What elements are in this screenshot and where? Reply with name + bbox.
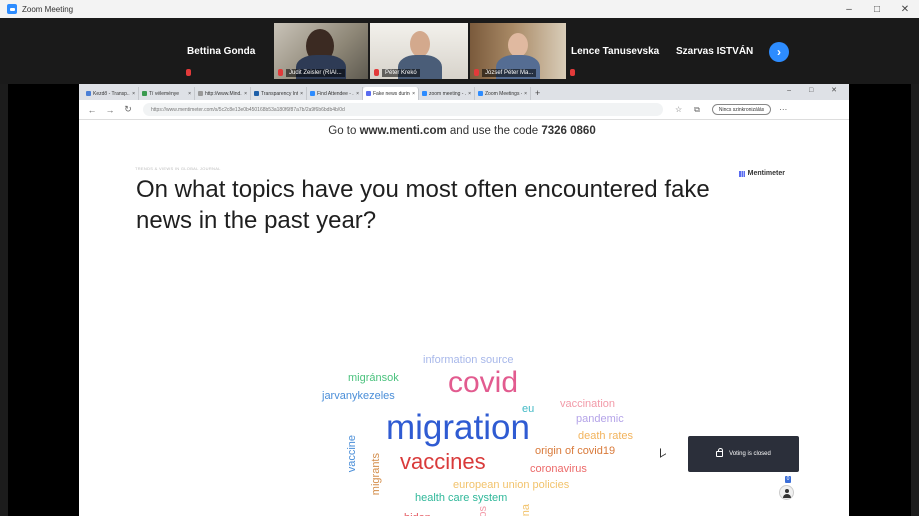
word-cloud-word: death rates <box>578 430 634 442</box>
browser-tab[interactable]: http://www.Mind... × <box>195 87 251 100</box>
word-cloud-word: information source <box>423 354 514 366</box>
participant-avatar <box>410 31 430 57</box>
word-cloud-word: health care system <box>415 492 508 504</box>
next-participants-button[interactable]: › <box>769 42 789 62</box>
browser-tab[interactable]: Tí véleménye × <box>139 87 195 100</box>
zoom-titlebar: Zoom Meeting – □ ✕ <box>0 0 919 18</box>
close-tab-icon[interactable]: × <box>244 91 247 97</box>
browser-tab-active[interactable]: Fake news during...× <box>363 87 419 100</box>
tab-favicon-icon <box>478 91 483 96</box>
browser-window: Kezdő - Transp... × Tí véleménye × http://… <box>79 84 849 516</box>
audience-user-icon[interactable] <box>779 485 794 500</box>
browser-tab[interactable]: zoom meeting - ... × <box>419 87 475 100</box>
new-tab-button[interactable]: + <box>535 88 540 98</box>
zoom-window: Zoom Meeting – □ ✕ Bettina Gonda Judit Z… <box>0 0 919 516</box>
word-cloud-word: origin of covid19 <box>535 445 616 457</box>
minimize-button[interactable]: – <box>835 0 863 18</box>
chevron-right-icon: › <box>777 45 781 59</box>
participant-video[interactable]: Péter Krekó <box>370 23 468 79</box>
word-cloud-word: migránsok <box>348 372 399 384</box>
sync-button[interactable]: Nincs szinkronizálás <box>711 104 772 115</box>
mentimeter-slide: Go to www.menti.com and use the code 732… <box>127 120 799 516</box>
window-title: Zoom Meeting <box>22 4 74 14</box>
close-tab-icon[interactable]: × <box>356 91 359 97</box>
close-tab-icon[interactable]: × <box>524 91 527 97</box>
tab-favicon-icon <box>422 91 427 96</box>
word-cloud-word: covid <box>448 366 519 399</box>
muted-mic-icon <box>374 69 379 76</box>
maximize-button[interactable]: □ <box>863 0 891 18</box>
participant-strip: Bettina Gonda Judit Zeisler (RIAI... Pét… <box>0 18 919 84</box>
muted-mic-icon <box>186 69 191 76</box>
browser-window-controls[interactable]: – □ ✕ <box>787 86 845 94</box>
word-cloud-word: pandemic <box>576 413 624 425</box>
participant-video[interactable]: József Péter Ma... <box>470 23 566 79</box>
word-cloud-word: jarvanykezeles <box>322 390 395 402</box>
browser-toolbar: ← → ↻ https://www.mentimeter.com/s/5c2c8… <box>79 100 849 120</box>
close-tab-icon[interactable]: × <box>188 91 191 97</box>
participant-label: Judit Zeisler (RIAI... <box>286 69 345 77</box>
browser-tab-bar: Kezdő - Transp... × Tí véleménye × http://… <box>79 84 849 100</box>
window-controls: – □ ✕ <box>835 0 919 18</box>
participant-tile[interactable]: Szarvas ISTVÁN <box>670 23 762 79</box>
address-bar[interactable]: https://www.mentimeter.com/s/5c2c8e13e0b… <box>143 103 663 116</box>
reload-icon[interactable]: ↻ <box>123 104 133 115</box>
tab-favicon-icon <box>310 91 315 96</box>
word-cloud-word: vaccine <box>346 435 358 473</box>
forward-arrow-icon[interactable]: → <box>105 105 115 115</box>
lock-icon <box>716 448 724 457</box>
word-cloud-word: kina <box>520 504 532 516</box>
more-menu-icon[interactable]: ⋯ <box>779 105 787 114</box>
participant-name: Lence Tanusevska <box>571 46 660 57</box>
tab-favicon-icon <box>86 91 91 96</box>
close-tab-icon[interactable]: × <box>412 91 415 97</box>
word-cloud-word: vaccination <box>560 398 616 410</box>
muted-mic-icon <box>570 69 575 76</box>
browser-tab[interactable]: Find Attendee - ... × <box>307 87 363 100</box>
muted-mic-icon <box>278 69 283 76</box>
word-cloud-word: european union policies <box>453 479 570 491</box>
browser-tab[interactable]: Zoom Meetings - ...× <box>475 87 531 100</box>
participant-video[interactable]: Judit Zeisler (RIAI... <box>274 23 368 79</box>
tab-favicon-icon <box>198 91 203 96</box>
tab-favicon-icon <box>254 91 259 96</box>
participant-label: Péter Krekó <box>382 69 420 77</box>
word-cloud-word: migration <box>386 408 530 447</box>
audience-count-badge: 0 <box>785 476 791 483</box>
tab-favicon-icon <box>142 91 147 96</box>
favorites-star-icon[interactable]: ☆ <box>675 105 682 114</box>
collections-icon[interactable]: ⧉ <box>694 105 700 115</box>
shared-screen: Kezdő - Transp... × Tí véleménye × http://… <box>8 84 911 516</box>
browser-tab[interactable]: Transparency Inte...× <box>251 87 307 100</box>
voting-closed-panel[interactable]: Voting is closed <box>688 436 799 472</box>
participant-name: Bettina Gonda <box>187 46 256 57</box>
close-tab-icon[interactable]: × <box>132 91 135 97</box>
zoom-logo-icon <box>7 4 17 14</box>
participant-label: József Péter Ma... <box>482 69 537 77</box>
participant-tile[interactable]: Bettina Gonda <box>186 23 272 79</box>
muted-mic-icon <box>474 69 479 76</box>
browser-tab[interactable]: Kezdő - Transp... × <box>83 87 139 100</box>
tab-favicon-icon <box>366 91 371 96</box>
url-text: https://www.mentimeter.com/s/5c2c8e13e0b… <box>151 106 345 113</box>
word-cloud-word: migrants <box>370 453 382 496</box>
participant-tile[interactable]: Lence Tanusevska <box>568 23 668 79</box>
back-arrow-icon[interactable]: ← <box>87 105 97 115</box>
word-cloud-word: vaccines <box>400 449 486 474</box>
participant-name: Szarvas ISTVÁN <box>676 46 754 57</box>
word-cloud-word: coronavirus <box>530 463 587 475</box>
word-cloud-word: soros <box>477 506 489 516</box>
participant-avatar <box>508 33 528 57</box>
close-tab-icon[interactable]: × <box>468 91 471 97</box>
close-tab-icon[interactable]: × <box>300 91 303 97</box>
close-button[interactable]: ✕ <box>891 0 919 18</box>
